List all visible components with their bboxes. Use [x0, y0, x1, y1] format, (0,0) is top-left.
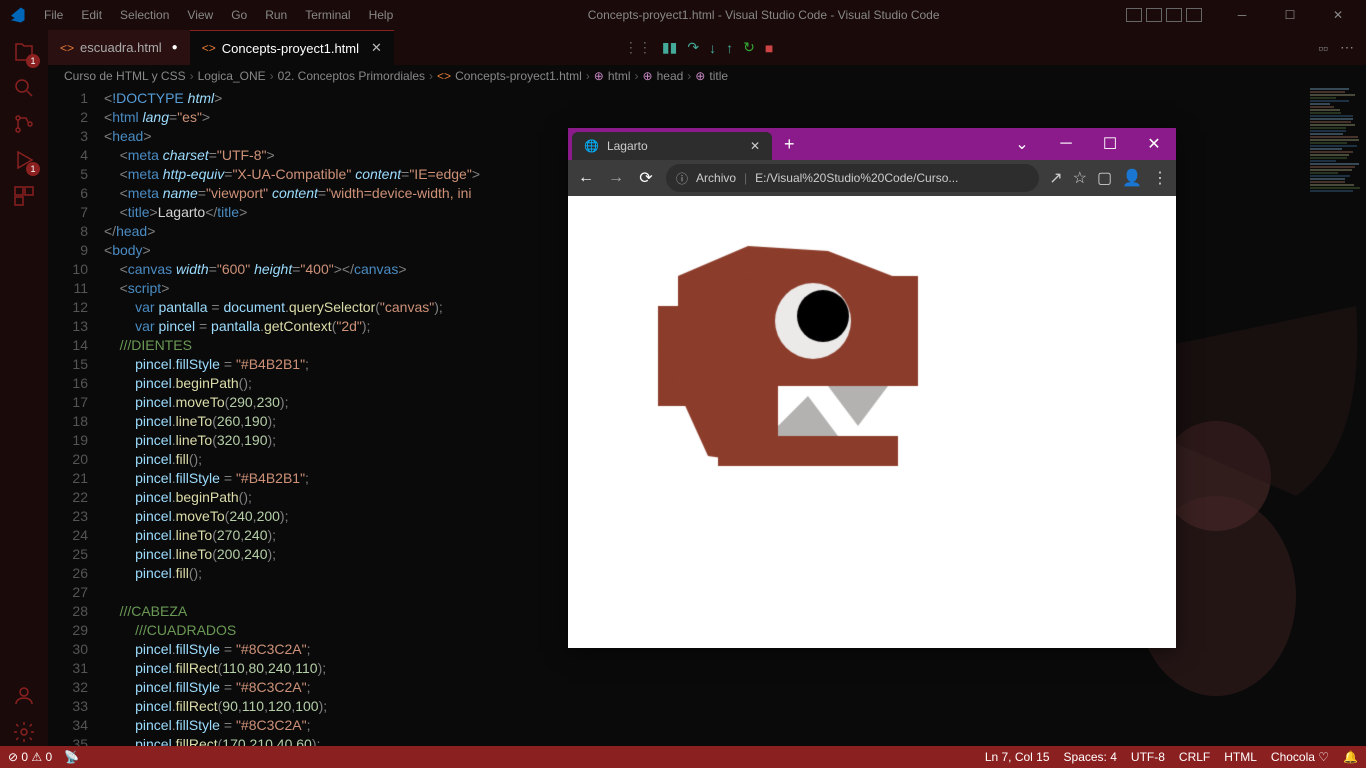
editor-tabs: <> escuadra.html <> Concepts-proyect1.ht… — [48, 30, 1366, 65]
menu-bar: File Edit Selection View Go Run Terminal… — [36, 4, 401, 26]
html-file-icon: <> — [202, 41, 216, 55]
back-button[interactable]: ← — [576, 169, 596, 187]
status-cursor-position[interactable]: Ln 7, Col 15 — [985, 750, 1050, 764]
menu-file[interactable]: File — [36, 4, 71, 26]
html-file-icon: <> — [60, 41, 74, 55]
menu-view[interactable]: View — [179, 4, 221, 26]
bookmark-icon[interactable]: ☆ — [1073, 168, 1087, 188]
globe-icon: 🌐 — [584, 139, 599, 153]
breadcrumb-item[interactable]: 02. Conceptos Primordiales — [278, 69, 425, 83]
accounts-icon[interactable] — [10, 682, 38, 710]
debug-badge: 1 — [26, 162, 40, 176]
canvas-lagarto — [568, 196, 1168, 596]
new-tab-button[interactable]: + — [772, 134, 807, 155]
url-scheme: Archivo — [696, 171, 736, 185]
breadcrumb-item[interactable]: <> Concepts-proyect1.html — [437, 69, 582, 83]
explorer-badge: 1 — [26, 54, 40, 68]
url-text: E:/Visual%20Studio%20Code/Curso... — [755, 171, 958, 185]
close-icon[interactable]: ✕ — [750, 139, 760, 153]
debug-stop-icon[interactable]: ■ — [765, 40, 773, 56]
browser-tab[interactable]: 🌐 Lagarto ✕ — [572, 132, 772, 160]
menu-icon[interactable]: ⋮ — [1152, 168, 1168, 188]
browser-tab-title: Lagarto — [607, 139, 648, 153]
breadcrumb-item[interactable]: ⊕ html — [594, 69, 631, 83]
debug-toolbar: ⋮⋮ ▮▮ ↷ ↓ ↑ ↻ ■ — [614, 39, 783, 56]
breadcrumb-item[interactable]: ⊕ head — [643, 69, 684, 83]
close-icon[interactable]: ✕ — [371, 40, 382, 56]
run-debug-icon[interactable]: 1 — [10, 146, 38, 174]
tab-label: Concepts-proyect1.html — [222, 41, 359, 56]
breadcrumb-item[interactable]: Logica_ONE — [198, 69, 266, 83]
debug-step-out-icon[interactable]: ↑ — [726, 40, 733, 56]
minimize-button[interactable]: ─ — [1222, 8, 1262, 22]
tab-label: escuadra.html — [80, 40, 162, 55]
layout-customize-icon[interactable] — [1186, 8, 1202, 22]
debug-step-into-icon[interactable]: ↓ — [709, 40, 716, 56]
titlebar: File Edit Selection View Go Run Terminal… — [0, 0, 1366, 30]
layout-sidebar-left-icon[interactable] — [1126, 8, 1142, 22]
share-icon[interactable]: ↗ — [1049, 168, 1062, 188]
minimap[interactable] — [1306, 87, 1366, 746]
menu-go[interactable]: Go — [223, 4, 255, 26]
browser-window: 🌐 Lagarto ✕ + ⌄ ─ ☐ ✕ ← → ⟳ ⓘ Archivo | … — [568, 128, 1176, 648]
info-icon[interactable]: ⓘ — [676, 170, 688, 187]
browser-maximize-button[interactable]: ☐ — [1088, 128, 1132, 160]
debug-restart-icon[interactable]: ↻ — [743, 39, 755, 56]
breadcrumb-item[interactable]: ⊕ title — [695, 69, 728, 83]
browser-close-button[interactable]: ✕ — [1132, 128, 1176, 160]
maximize-button[interactable]: ☐ — [1270, 8, 1310, 22]
debug-step-over-icon[interactable]: ↷ — [687, 39, 699, 56]
address-bar[interactable]: ⓘ Archivo | E:/Visual%20Studio%20Code/Cu… — [666, 164, 1039, 192]
extensions-icon[interactable] — [10, 182, 38, 210]
vscode-logo-icon — [8, 6, 26, 24]
status-bar: ⊘ 0 ⚠ 0 📡 Ln 7, Col 15 Spaces: 4 UTF-8 C… — [0, 746, 1366, 768]
line-numbers: 1234567891011121314151617181920212223242… — [48, 87, 104, 746]
more-actions-icon[interactable]: ⋯ — [1340, 39, 1354, 56]
status-errors[interactable]: ⊘ 0 ⚠ 0 — [8, 750, 52, 764]
status-broadcast-icon[interactable]: 📡 — [64, 750, 79, 764]
reading-list-icon[interactable]: ▢ — [1097, 168, 1112, 188]
browser-minimize-button[interactable]: ─ — [1044, 128, 1088, 160]
menu-run[interactable]: Run — [257, 4, 295, 26]
forward-button[interactable]: → — [606, 169, 626, 187]
browser-viewport — [568, 196, 1176, 648]
close-button[interactable]: ✕ — [1318, 8, 1358, 22]
split-editor-icon[interactable]: ▫▫ — [1318, 40, 1328, 56]
status-notifications-icon[interactable]: 🔔 — [1343, 750, 1358, 764]
settings-icon[interactable] — [10, 718, 38, 746]
status-extension[interactable]: Chocola ♡ — [1271, 750, 1329, 764]
status-language[interactable]: HTML — [1224, 750, 1257, 764]
tab-concepts-proyect1[interactable]: <> Concepts-proyect1.html ✕ — [190, 30, 394, 65]
debug-pause-icon[interactable]: ▮▮ — [662, 39, 677, 56]
profile-icon[interactable]: 👤 — [1122, 168, 1142, 188]
window-title: Concepts-proyect1.html - Visual Studio C… — [401, 8, 1126, 22]
browser-titlebar[interactable]: 🌐 Lagarto ✕ + ⌄ ─ ☐ ✕ — [568, 128, 1176, 160]
menu-edit[interactable]: Edit — [73, 4, 110, 26]
explorer-icon[interactable]: 1 — [10, 38, 38, 66]
browser-toolbar: ← → ⟳ ⓘ Archivo | E:/Visual%20Studio%20C… — [568, 160, 1176, 196]
layout-sidebar-right-icon[interactable] — [1166, 8, 1182, 22]
status-eol[interactable]: CRLF — [1179, 750, 1210, 764]
activity-bar: 1 1 — [0, 30, 48, 746]
status-indentation[interactable]: Spaces: 4 — [1064, 750, 1117, 764]
layout-panel-icon[interactable] — [1146, 8, 1162, 22]
menu-terminal[interactable]: Terminal — [297, 4, 358, 26]
source-control-icon[interactable] — [10, 110, 38, 138]
menu-help[interactable]: Help — [361, 4, 402, 26]
window-controls: ─ ☐ ✕ — [1222, 8, 1358, 22]
layout-controls — [1126, 8, 1202, 22]
status-encoding[interactable]: UTF-8 — [1131, 750, 1165, 764]
menu-selection[interactable]: Selection — [112, 4, 177, 26]
tab-escuadra[interactable]: <> escuadra.html — [48, 30, 190, 65]
reload-button[interactable]: ⟳ — [636, 168, 656, 188]
browser-dropdown-icon[interactable]: ⌄ — [1000, 128, 1044, 160]
debug-drag-icon[interactable]: ⋮⋮ — [624, 39, 652, 56]
breadcrumb[interactable]: Curso de HTML y CSS› Logica_ONE› 02. Con… — [48, 65, 1366, 87]
breadcrumb-item[interactable]: Curso de HTML y CSS — [64, 69, 186, 83]
search-icon[interactable] — [10, 74, 38, 102]
